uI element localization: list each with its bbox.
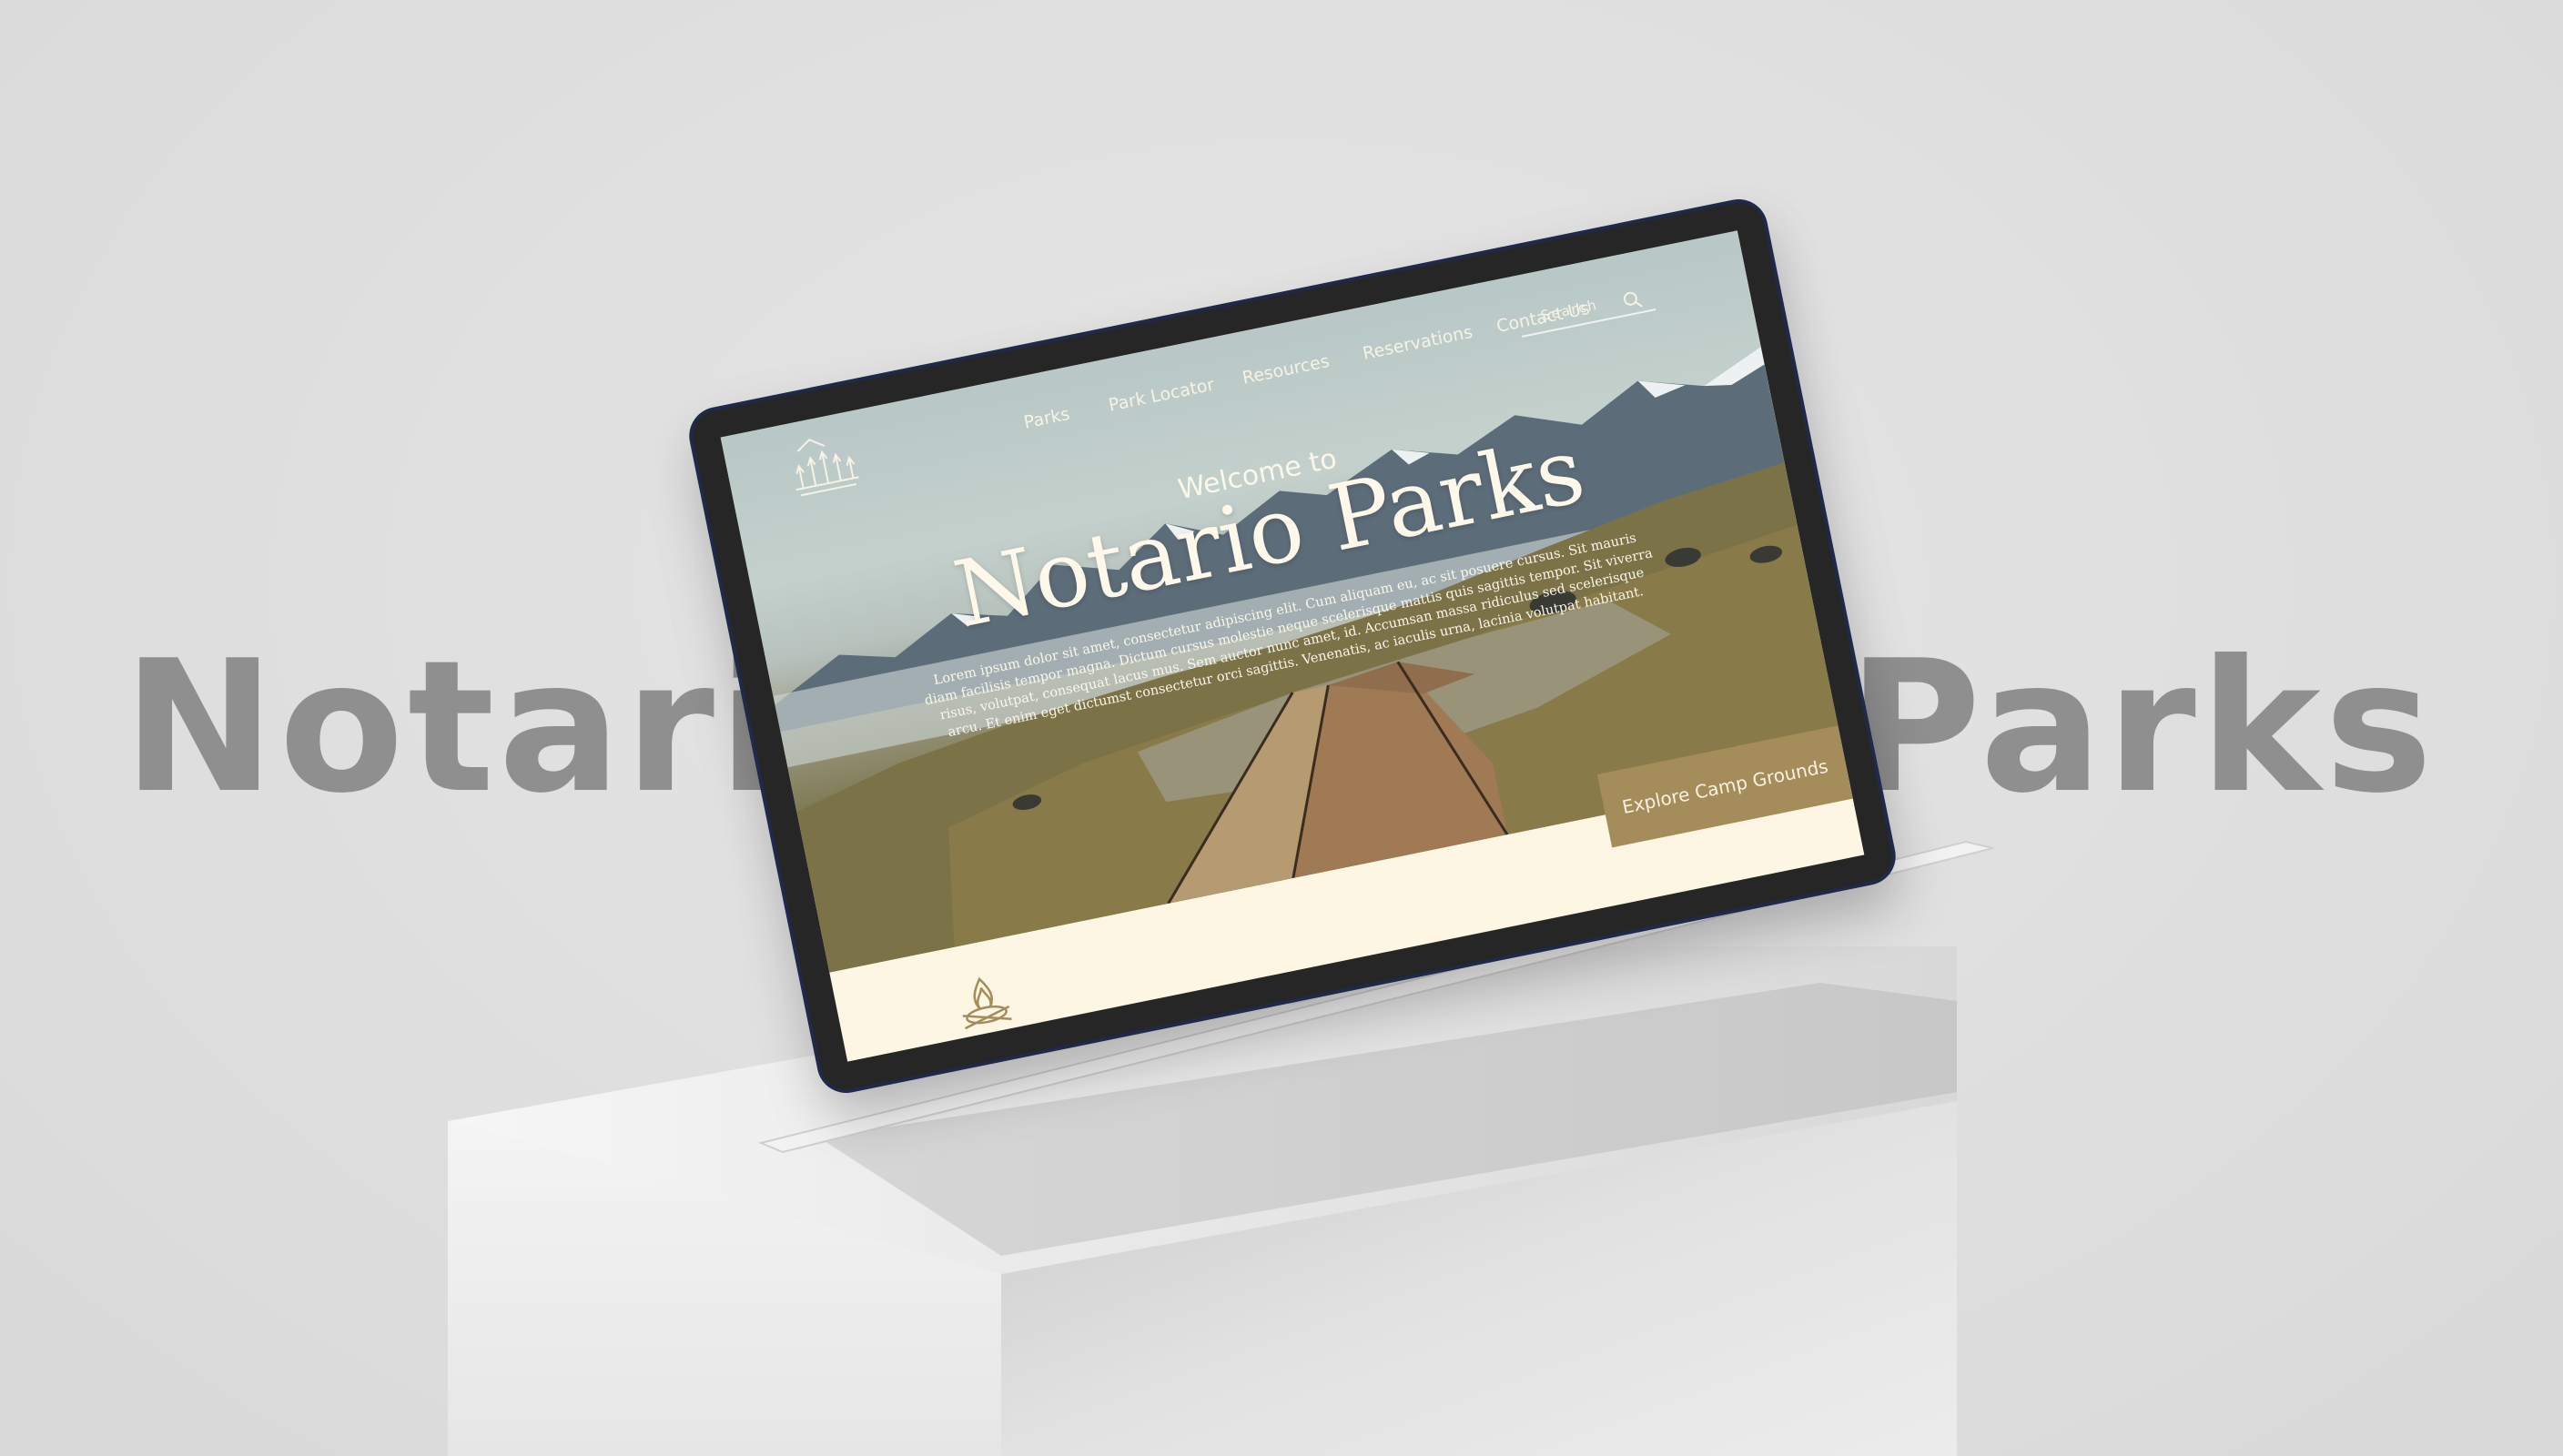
campfire-icon bbox=[962, 976, 1012, 1030]
search-icon[interactable] bbox=[1621, 288, 1645, 312]
mockup-scene: Notario Parks Parks Park Locator Resourc… bbox=[0, 0, 2563, 1456]
nav-parks[interactable]: Parks bbox=[1022, 404, 1071, 433]
